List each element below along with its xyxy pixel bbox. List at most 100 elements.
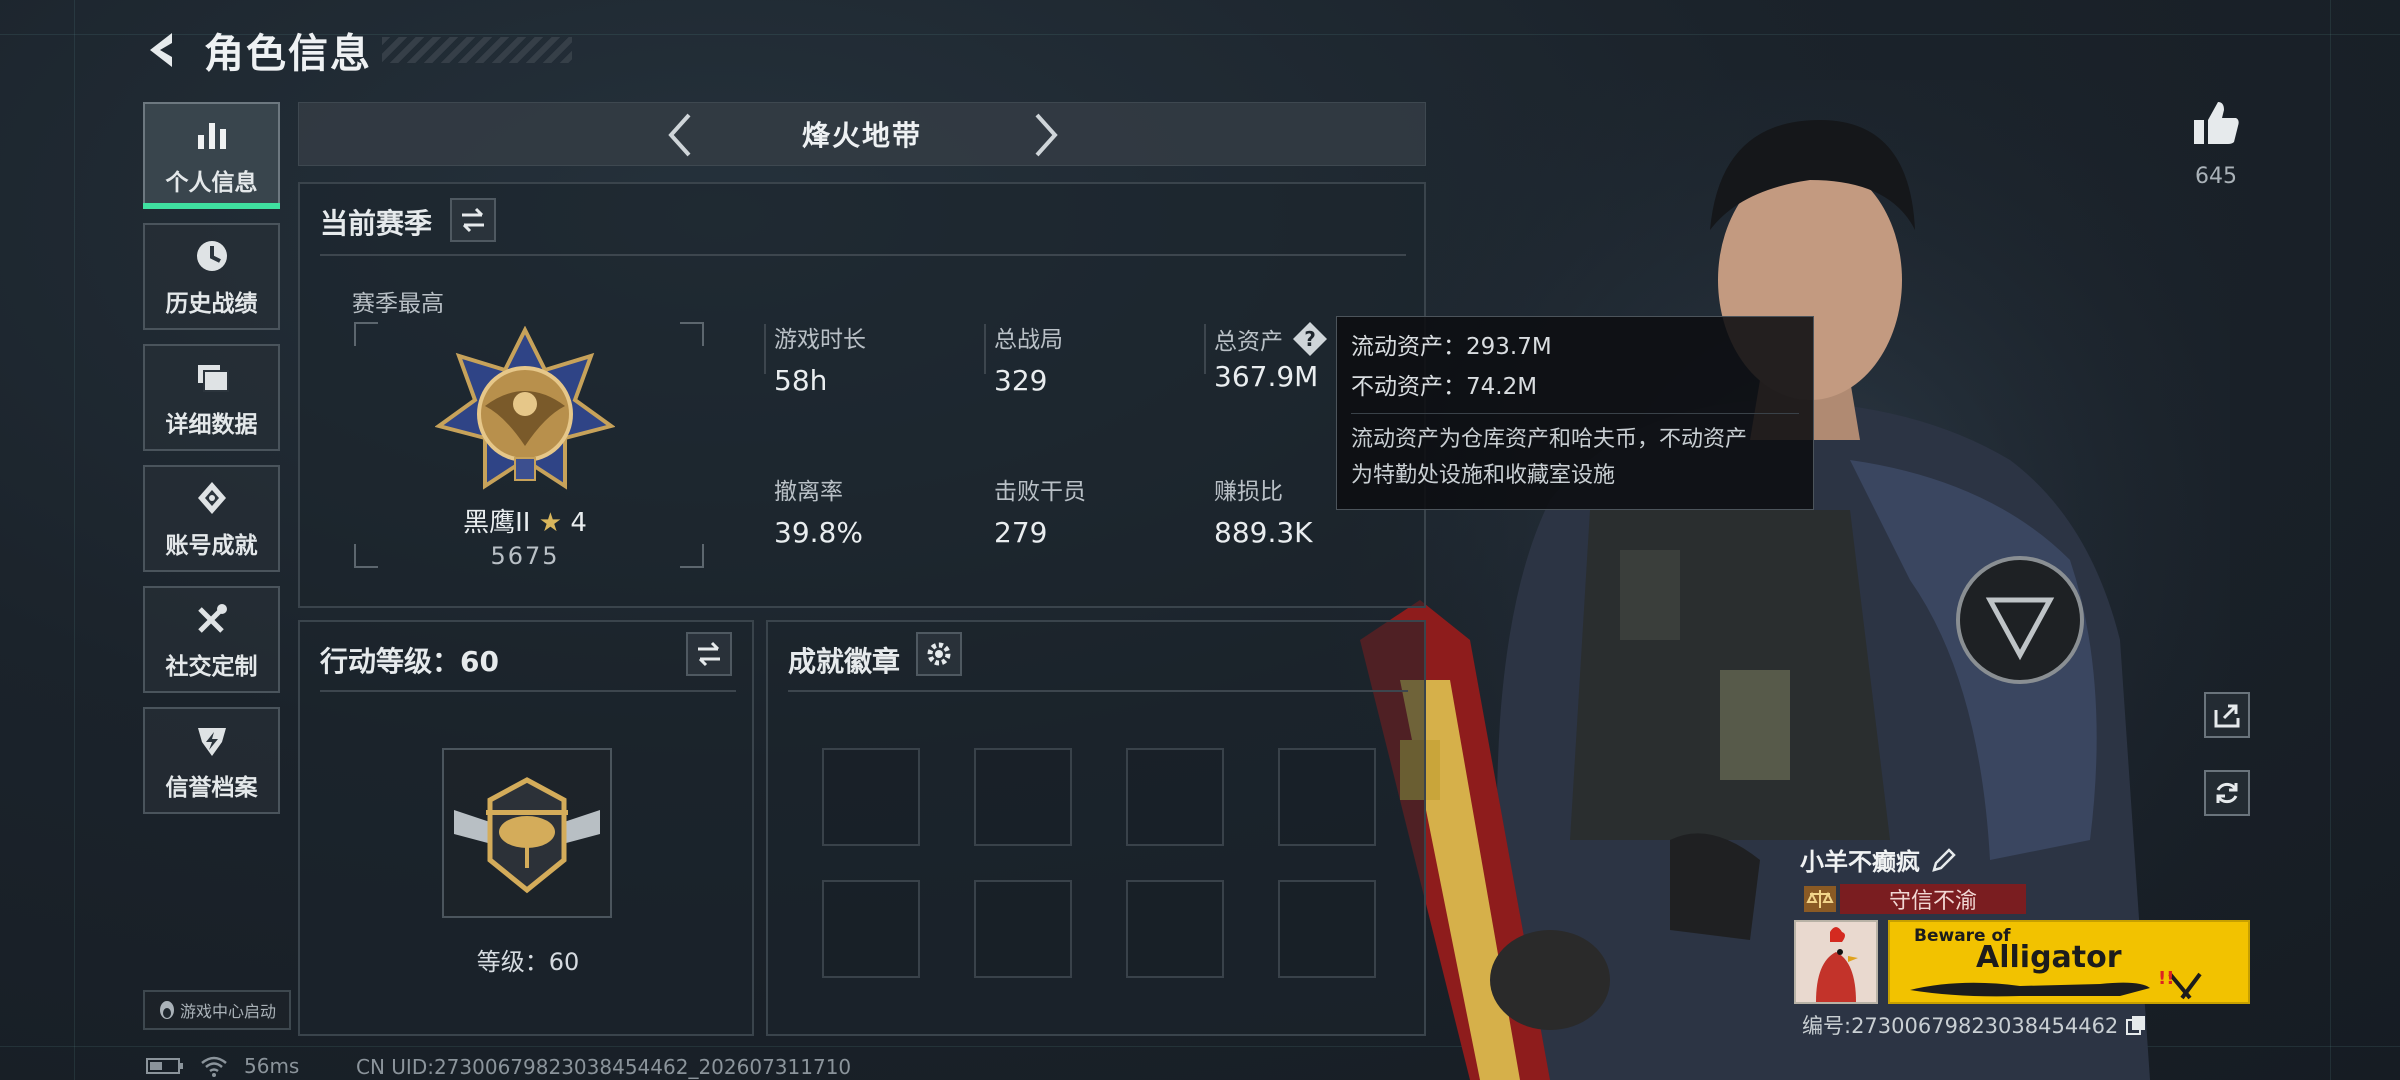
divider [1204, 324, 1206, 374]
title-tag: 守信不渝 [1840, 884, 2026, 914]
sidebar-item-personal-info[interactable]: 个人信息 [143, 102, 280, 209]
achievement-slot[interactable] [1278, 748, 1376, 846]
copy-icon[interactable] [2124, 1013, 2148, 1037]
sidebar: 个人信息 历史战绩 详细数据 账号成就 社交定制 信誉档案 [143, 102, 280, 828]
frame-corner [354, 544, 378, 568]
wifi-icon [201, 1056, 227, 1077]
status-bar: 56ms [146, 1054, 299, 1078]
sidebar-item-detailed-data[interactable]: 详细数据 [143, 344, 280, 451]
uid-text: CN UID:27300679823038454462_202607311710 [356, 1055, 852, 1079]
player-avatar[interactable] [1794, 920, 1878, 1004]
page-title: 角色信息 [204, 31, 372, 77]
stat-label: 总战局 [994, 327, 1063, 353]
sidebar-item-social-custom[interactable]: 社交定制 [143, 586, 280, 693]
grid-line [2330, 0, 2331, 1080]
share-button[interactable] [2204, 692, 2250, 738]
page-header: 角色信息 [140, 20, 572, 80]
battery-icon [146, 1058, 183, 1074]
rooster-avatar-icon [1796, 922, 1876, 1002]
rank-stars: 4 [570, 508, 587, 538]
lightning-shield-icon [197, 727, 226, 756]
achievement-slot[interactable] [822, 748, 920, 846]
player-id: 编号:27300679823038454462 [1802, 1014, 2119, 1038]
bar-chart-icon [197, 122, 226, 149]
folder-icon [197, 364, 229, 392]
stat-value: 279 [994, 516, 1048, 549]
tooltip-desc-line: 为特勤处设施和收藏室设施 [1351, 463, 1616, 488]
scale-badge-icon [1804, 886, 1836, 912]
sidebar-item-label: 社交定制 [165, 653, 258, 680]
refresh-icon [2216, 782, 2238, 804]
stat-total-assets: 总资产 ? 367.9M [1214, 320, 1329, 393]
achievement-title: 成就徽章 [788, 645, 901, 678]
help-icon[interactable]: ? [1291, 320, 1329, 358]
gear-icon [927, 642, 951, 666]
achievement-slot[interactable] [1126, 880, 1224, 978]
season-title: 当前赛季 [320, 207, 433, 240]
player-name: 小羊不癫疯 [1800, 848, 1920, 876]
rank-score: 5675 [490, 542, 560, 570]
sidebar-item-credit-record[interactable]: 信誉档案 [143, 707, 280, 814]
stat-extraction-rate: 撤离率 39.8% [774, 472, 863, 549]
penguin-icon [159, 1001, 174, 1019]
mode-selector: 烽火地带 [298, 102, 1426, 166]
edit-pencil-icon[interactable] [1930, 846, 1958, 874]
season-switch-button[interactable] [450, 198, 496, 242]
share-icon [2214, 704, 2240, 728]
thumbs-up-icon[interactable] [2188, 96, 2244, 152]
sidebar-item-achievements[interactable]: 账号成就 [143, 465, 280, 572]
swap-icon [462, 207, 484, 233]
level-text: 等级：60 [476, 948, 580, 976]
chevron-right-icon[interactable] [1019, 109, 1069, 161]
stat-kills: 击败干员 279 [994, 472, 1086, 549]
player-banner[interactable]: Beware of Alligator !! [1888, 920, 2250, 1004]
asset-tooltip: 流动资产：293.7M 不动资产：74.2M 流动资产为仓库资产和哈夫币，不动资… [1336, 316, 1814, 510]
launch-label: 游戏中心启动 [179, 1002, 276, 1021]
achievement-slot[interactable] [974, 880, 1072, 978]
rank-label: 黑鹰II ★ 4 [400, 502, 650, 539]
achievement-icon [197, 481, 226, 514]
svg-text:?: ? [1304, 327, 1316, 351]
divider [320, 690, 736, 692]
stat-label: 击败干员 [994, 479, 1086, 505]
achievement-slot[interactable] [1278, 880, 1376, 978]
fixed-assets: 不动资产：74.2M [1351, 374, 1538, 400]
clock-icon [196, 240, 227, 271]
sidebar-item-label: 详细数据 [165, 411, 258, 438]
stat-value: 58h [774, 364, 828, 397]
helicopter-emblem-icon [454, 777, 600, 894]
stat-value: 329 [994, 364, 1048, 397]
player-id-row: 编号:27300679823038454462 [1802, 1010, 2148, 1040]
frame-corner [354, 322, 378, 346]
like-count: 645 [2195, 164, 2237, 189]
frame-corner [680, 544, 704, 568]
stat-value: 889.3K [1214, 516, 1313, 549]
stat-value: 367.9M [1214, 360, 1319, 393]
swap-icon [698, 641, 720, 667]
achievement-slot[interactable] [1126, 748, 1224, 846]
game-center-launch-button[interactable]: 游戏中心启动 [143, 990, 291, 1030]
rank-name: 黑鹰II [463, 508, 531, 538]
stat-value: 39.8% [774, 516, 863, 549]
stat-label: 游戏时长 [774, 327, 866, 353]
achievement-slot[interactable] [822, 880, 920, 978]
action-level-switch-button[interactable] [686, 632, 732, 676]
achievement-slot[interactable] [974, 748, 1072, 846]
refresh-button[interactable] [2204, 770, 2250, 816]
like-widget[interactable]: 645 [2188, 96, 2244, 189]
divider [788, 690, 1408, 692]
back-arrow-icon[interactable] [140, 25, 190, 75]
achievement-panel: 成就徽章 [766, 620, 1426, 1036]
tooltip-desc-line: 流动资产为仓库资产和哈夫币，不动资产 [1351, 427, 1748, 452]
achievement-settings-button[interactable] [916, 632, 962, 676]
mode-title: 烽火地带 [801, 119, 922, 152]
season-best-label: 赛季最高 [352, 291, 444, 317]
stat-label: 赚损比 [1214, 479, 1283, 505]
chevron-left-icon[interactable] [657, 109, 707, 161]
alligator-icon: !! [1910, 970, 2202, 1000]
frame-corner [680, 322, 704, 346]
stat-label: 撤离率 [774, 479, 843, 505]
sidebar-item-history[interactable]: 历史战绩 [143, 223, 280, 330]
divider [320, 254, 1406, 256]
rank-medal-icon [435, 326, 615, 490]
